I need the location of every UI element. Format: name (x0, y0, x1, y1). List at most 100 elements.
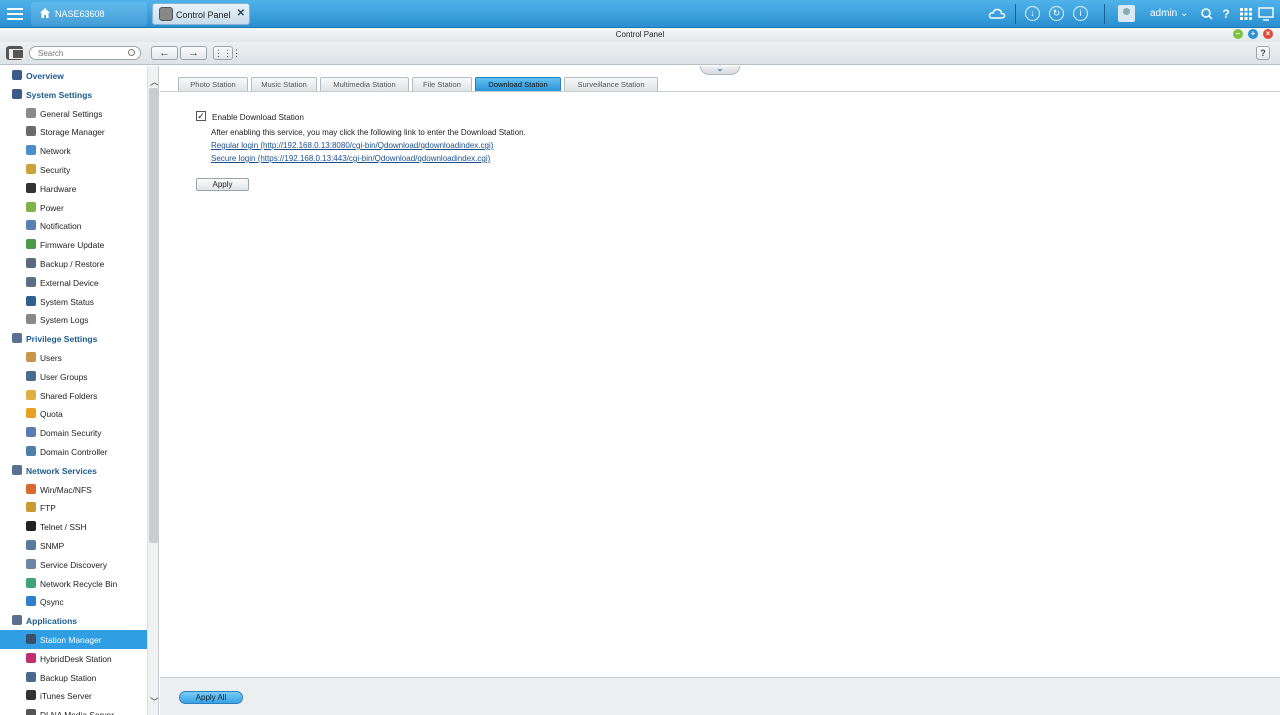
sidebar-item-label: System Logs (40, 315, 89, 326)
sidebar-item-label: HybridDesk Station (40, 653, 112, 664)
sidebar-item-storage-manager[interactable]: Storage Manager (0, 122, 147, 141)
sidebar-item-station-manager[interactable]: Station Manager (0, 629, 147, 649)
sidebar-item-label: Domain Controller (40, 446, 108, 457)
search-box[interactable] (29, 46, 141, 60)
sidebar-item-external-device[interactable]: External Device (0, 273, 147, 292)
item-icon (26, 145, 36, 156)
sidebar-item-system-status[interactable]: System Status (0, 292, 147, 311)
tab-surveillance-station[interactable]: Surveillance Station (564, 77, 658, 91)
sidebar-item-users[interactable]: Users (0, 348, 147, 367)
apps-grid-icon[interactable] (1237, 5, 1255, 23)
monitor-icon[interactable] (1257, 5, 1275, 23)
sidebar-section-system-settings[interactable]: System Settings (0, 85, 147, 104)
minimize-icon[interactable]: – (1233, 29, 1243, 39)
sidebar-section-privilege-settings[interactable]: Privilege Settings (0, 329, 147, 348)
item-icon (26, 502, 36, 513)
sidebar-item-network-recycle-bin[interactable]: Network Recycle Bin (0, 574, 147, 593)
sidebar-item-label: Telnet / SSH (40, 522, 87, 533)
scroll-up-icon[interactable]: ︿ (150, 75, 158, 88)
sidebar-item-snmp[interactable]: SNMP (0, 536, 147, 555)
item-icon (26, 521, 36, 532)
back-button[interactable]: ← (151, 46, 178, 60)
maximize-icon[interactable]: + (1248, 29, 1258, 39)
help-icon[interactable]: ? (1217, 5, 1235, 23)
sidebar-item-label: iTunes Server (40, 691, 92, 702)
sidebar-section-network-services[interactable]: Network Services (0, 461, 147, 480)
sidebar-item-domain-security[interactable]: Domain Security (0, 423, 147, 442)
info-icon[interactable]: i (1073, 6, 1088, 21)
tab-download-station[interactable]: Download Station (475, 77, 561, 91)
sidebar-item-shared-folders[interactable]: Shared Folders (0, 386, 147, 405)
search-icon[interactable] (1198, 5, 1216, 23)
item-icon (26, 709, 36, 715)
collapse-handle[interactable]: ⌄ (700, 65, 740, 75)
control-panel-window-tab[interactable]: Control Panel ✕ (152, 3, 250, 25)
sidebar-item-hybriddesk-station[interactable]: HybridDesk Station (0, 649, 147, 668)
sidebar-item-system-logs[interactable]: System Logs (0, 310, 147, 329)
sidebar-item-user-groups[interactable]: User Groups (0, 367, 147, 386)
tab-music-station[interactable]: Music Station (251, 77, 317, 91)
user-menu[interactable]: admin ⌄ (1150, 8, 1188, 19)
regular-login-link[interactable]: Regular login (http://192.168.0.13:8080/… (211, 141, 493, 150)
sidebar-item-label: Overview (26, 71, 64, 81)
item-icon (26, 220, 36, 231)
sidebar-item-win-mac-nfs[interactable]: Win/Mac/NFS (0, 480, 147, 499)
item-icon (26, 163, 36, 174)
apply-all-button[interactable]: Apply All (179, 691, 243, 704)
item-icon (26, 558, 36, 569)
sidebar-item-firmware-update[interactable]: Firmware Update (0, 235, 147, 254)
scroll-down-icon[interactable]: ﹀ (150, 695, 158, 708)
sidebar-item-label: System Status (40, 296, 94, 307)
sidebar-item-label: DLNA Media Server (40, 710, 114, 715)
sidebar-section-applications[interactable]: Applications (0, 611, 147, 630)
main-menu-button[interactable] (6, 5, 24, 23)
item-icon (26, 201, 36, 212)
cloud-icon[interactable] (988, 5, 1006, 23)
secure-login-link[interactable]: Secure login (https://192.168.0.13:443/c… (211, 154, 490, 163)
tab-photo-station[interactable]: Photo Station (178, 77, 248, 91)
window-tab-label: Control Panel (176, 10, 231, 20)
sidebar-section-overview[interactable]: Overview (0, 66, 147, 85)
sidebar-item-qsync[interactable]: Qsync (0, 592, 147, 611)
sidebar-toggle-icon[interactable] (6, 46, 25, 60)
sidebar-item-service-discovery[interactable]: Service Discovery (0, 555, 147, 574)
clock-icon[interactable]: ↓ (1025, 6, 1040, 21)
sidebar-item-label: Users (40, 352, 62, 363)
sidebar-item-notification[interactable]: Notification (0, 216, 147, 235)
enable-download-station-checkbox[interactable]: ✓ (196, 111, 206, 121)
sidebar-item-label: Win/Mac/NFS (40, 484, 92, 495)
item-icon (26, 652, 36, 663)
forward-button[interactable]: → (180, 46, 207, 60)
sidebar-item-network[interactable]: Network (0, 141, 147, 160)
tab-multimedia-station[interactable]: Multimedia Station (320, 77, 409, 91)
tab-file-station[interactable]: File Station (412, 77, 472, 91)
apply-button[interactable]: Apply (196, 178, 249, 191)
sidebar-item-general-settings[interactable]: General Settings (0, 104, 147, 123)
grid-view-button[interactable]: ⋮⋮⋮ (213, 46, 241, 60)
help-button[interactable]: ? (1256, 46, 1270, 60)
sidebar-item-domain-controller[interactable]: Domain Controller (0, 442, 147, 461)
sidebar-item-backup-station[interactable]: Backup Station (0, 668, 147, 687)
sidebar-item-itunes-server[interactable]: iTunes Server (0, 686, 147, 705)
user-icon[interactable] (1118, 5, 1135, 22)
sidebar-item-power[interactable]: Power (0, 198, 147, 217)
sidebar-scrollbar[interactable]: ︿ ﹀ (147, 66, 158, 715)
sidebar-item-security[interactable]: Security (0, 160, 147, 179)
search-icon[interactable] (128, 49, 135, 56)
search-input[interactable] (38, 49, 123, 58)
user-name: admin (1150, 8, 1178, 19)
close-tab-icon[interactable]: ✕ (237, 8, 245, 19)
nas-home-tab[interactable]: NASE63608 (31, 2, 147, 26)
sync-icon[interactable]: ↻ (1049, 6, 1064, 21)
sidebar-item-hardware[interactable]: Hardware (0, 179, 147, 198)
tabs-divider (160, 91, 1280, 92)
sidebar-item-ftp[interactable]: FTP (0, 498, 147, 517)
item-icon (26, 408, 36, 419)
sidebar-item-telnet-ssh[interactable]: Telnet / SSH (0, 517, 147, 536)
sidebar-item-quota[interactable]: Quota (0, 404, 147, 423)
sidebar-item-dlna-media-server[interactable]: DLNA Media Server (0, 705, 147, 715)
close-window-icon[interactable]: × (1263, 29, 1273, 39)
scrollbar-thumb[interactable] (149, 88, 158, 543)
item-icon (26, 370, 36, 381)
sidebar-item-backup-restore[interactable]: Backup / Restore (0, 254, 147, 273)
